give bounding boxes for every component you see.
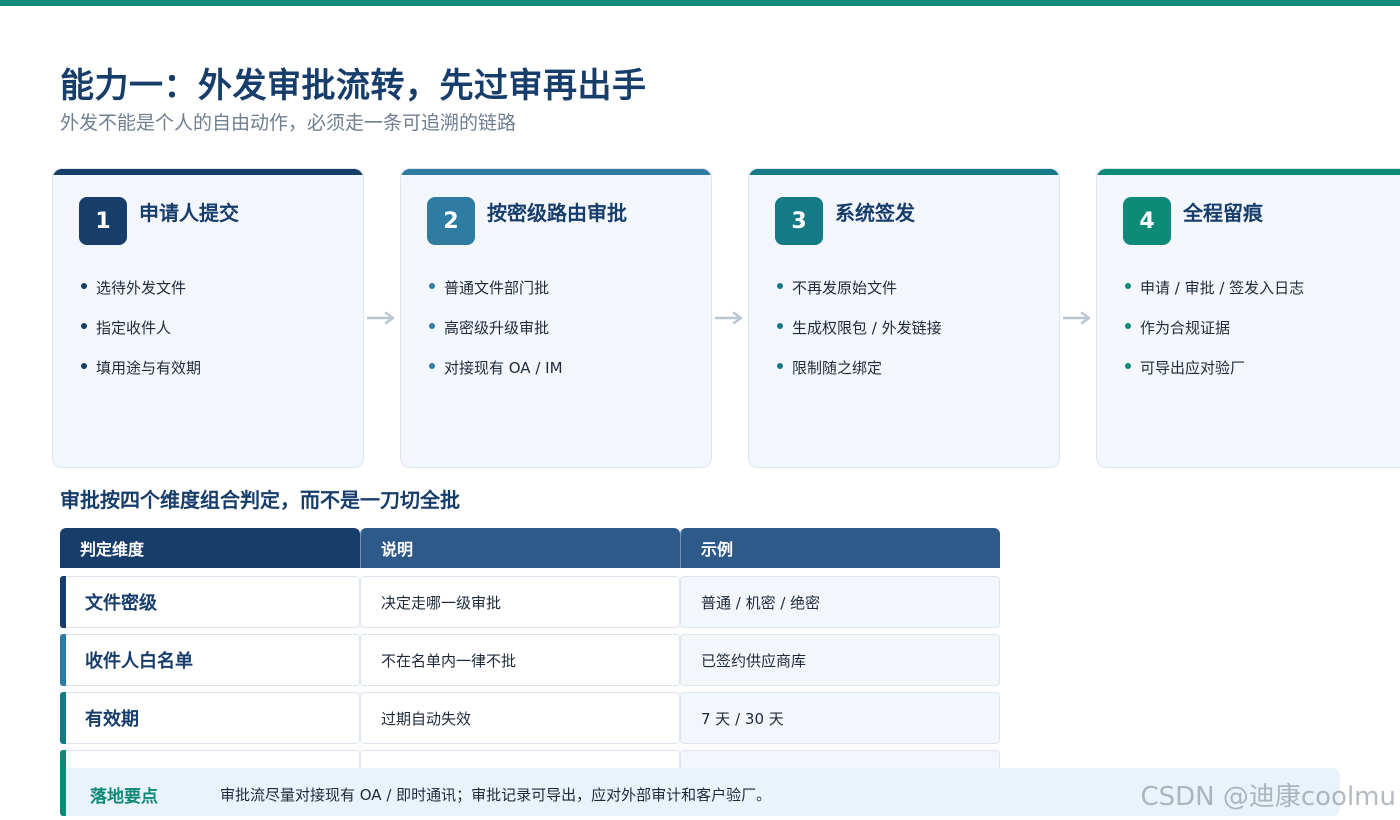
bullet-icon xyxy=(777,283,783,289)
row-accent-bar xyxy=(60,576,66,628)
row-accent-bar xyxy=(60,692,66,744)
step-title: 全程留痕 xyxy=(1183,201,1263,225)
step-number-badge: 2 xyxy=(427,197,475,245)
step-item: 选待外发文件 xyxy=(81,277,201,317)
table-cell-description: 不在名单内一律不批 xyxy=(360,634,680,686)
table-cell-dimension: 收件人白名单 xyxy=(60,634,360,686)
step-title: 申请人提交 xyxy=(139,201,239,225)
bullet-icon xyxy=(81,323,87,329)
page-title: 能力一：外发审批流转，先过审再出手 xyxy=(60,66,647,106)
step-card-4: 4 全程留痕 申请 / 审批 / 签发入日志 作为合规证据 可导出应对验厂 xyxy=(1096,168,1400,468)
top-accent-rule xyxy=(0,0,1400,6)
step-title: 按密级路由审批 xyxy=(487,201,627,225)
section-heading: 审批按四个维度组合判定，而不是一刀切全批 xyxy=(60,488,460,512)
step-item: 指定收件人 xyxy=(81,317,201,357)
step-item: 对接现有 OA / IM xyxy=(429,357,563,397)
arrow-right-icon xyxy=(715,311,743,325)
bullet-icon xyxy=(1125,363,1131,369)
bullet-icon xyxy=(81,283,87,289)
table-cell-dimension: 有效期 xyxy=(60,692,360,744)
table-cell-example: 已签约供应商库 xyxy=(680,634,1000,686)
table-header-example: 示例 xyxy=(680,528,1000,568)
bullet-icon xyxy=(429,363,435,369)
table-cell-example: 普通 / 机密 / 绝密 xyxy=(680,576,1000,628)
step-item: 高密级升级审批 xyxy=(429,317,563,357)
step-item: 填用途与有效期 xyxy=(81,357,201,397)
step-card-top-bar xyxy=(53,169,363,175)
row-accent-bar xyxy=(60,634,66,686)
step-card-3: 3 系统签发 不再发原始文件 生成权限包 / 外发链接 限制随之绑定 xyxy=(748,168,1060,468)
table-cell-example: 7 天 / 30 天 xyxy=(680,692,1000,744)
step-item: 生成权限包 / 外发链接 xyxy=(777,317,942,357)
bullet-icon xyxy=(81,363,87,369)
arrow-right-icon xyxy=(1063,311,1091,325)
step-number-badge: 4 xyxy=(1123,197,1171,245)
table-header-dimension: 判定维度 xyxy=(60,528,360,568)
table-cell-description: 过期自动失效 xyxy=(360,692,680,744)
step-items: 普通文件部门批 高密级升级审批 对接现有 OA / IM xyxy=(429,277,563,397)
callout-accent-bar xyxy=(60,768,66,816)
bullet-icon xyxy=(777,363,783,369)
step-card-1: 1 申请人提交 选待外发文件 指定收件人 填用途与有效期 xyxy=(52,168,364,468)
step-item: 限制随之绑定 xyxy=(777,357,942,397)
step-items: 不再发原始文件 生成权限包 / 外发链接 限制随之绑定 xyxy=(777,277,942,397)
step-item: 作为合规证据 xyxy=(1125,317,1304,357)
step-card-top-bar xyxy=(749,169,1059,175)
table-header-description: 说明 xyxy=(360,528,680,568)
table-cell-description: 决定走哪一级审批 xyxy=(360,576,680,628)
step-item: 不再发原始文件 xyxy=(777,277,942,317)
table-cell-dimension: 文件密级 xyxy=(60,576,360,628)
step-item: 申请 / 审批 / 签发入日志 xyxy=(1125,277,1304,317)
step-card-top-bar xyxy=(1097,169,1400,175)
callout-label: 落地要点 xyxy=(90,787,158,807)
step-items: 选待外发文件 指定收件人 填用途与有效期 xyxy=(81,277,201,397)
bullet-icon xyxy=(429,283,435,289)
bullet-icon xyxy=(777,323,783,329)
watermark: CSDN @迪康coolmu xyxy=(1140,782,1396,812)
step-item: 普通文件部门批 xyxy=(429,277,563,317)
bullet-icon xyxy=(1125,323,1131,329)
bullet-icon xyxy=(1125,283,1131,289)
step-items: 申请 / 审批 / 签发入日志 作为合规证据 可导出应对验厂 xyxy=(1125,277,1304,397)
step-number-badge: 3 xyxy=(775,197,823,245)
step-card-top-bar xyxy=(401,169,711,175)
arrow-right-icon xyxy=(367,311,395,325)
bullet-icon xyxy=(429,323,435,329)
step-number-badge: 1 xyxy=(79,197,127,245)
step-card-2: 2 按密级路由审批 普通文件部门批 高密级升级审批 对接现有 OA / IM xyxy=(400,168,712,468)
step-title: 系统签发 xyxy=(835,201,915,225)
step-item: 可导出应对验厂 xyxy=(1125,357,1304,397)
callout-text: 审批流尽量对接现有 OA / 即时通讯；审批记录可导出，应对外部审计和客户验厂。 xyxy=(220,786,772,804)
page-subtitle: 外发不能是个人的自由动作，必须走一条可追溯的链路 xyxy=(60,112,517,134)
